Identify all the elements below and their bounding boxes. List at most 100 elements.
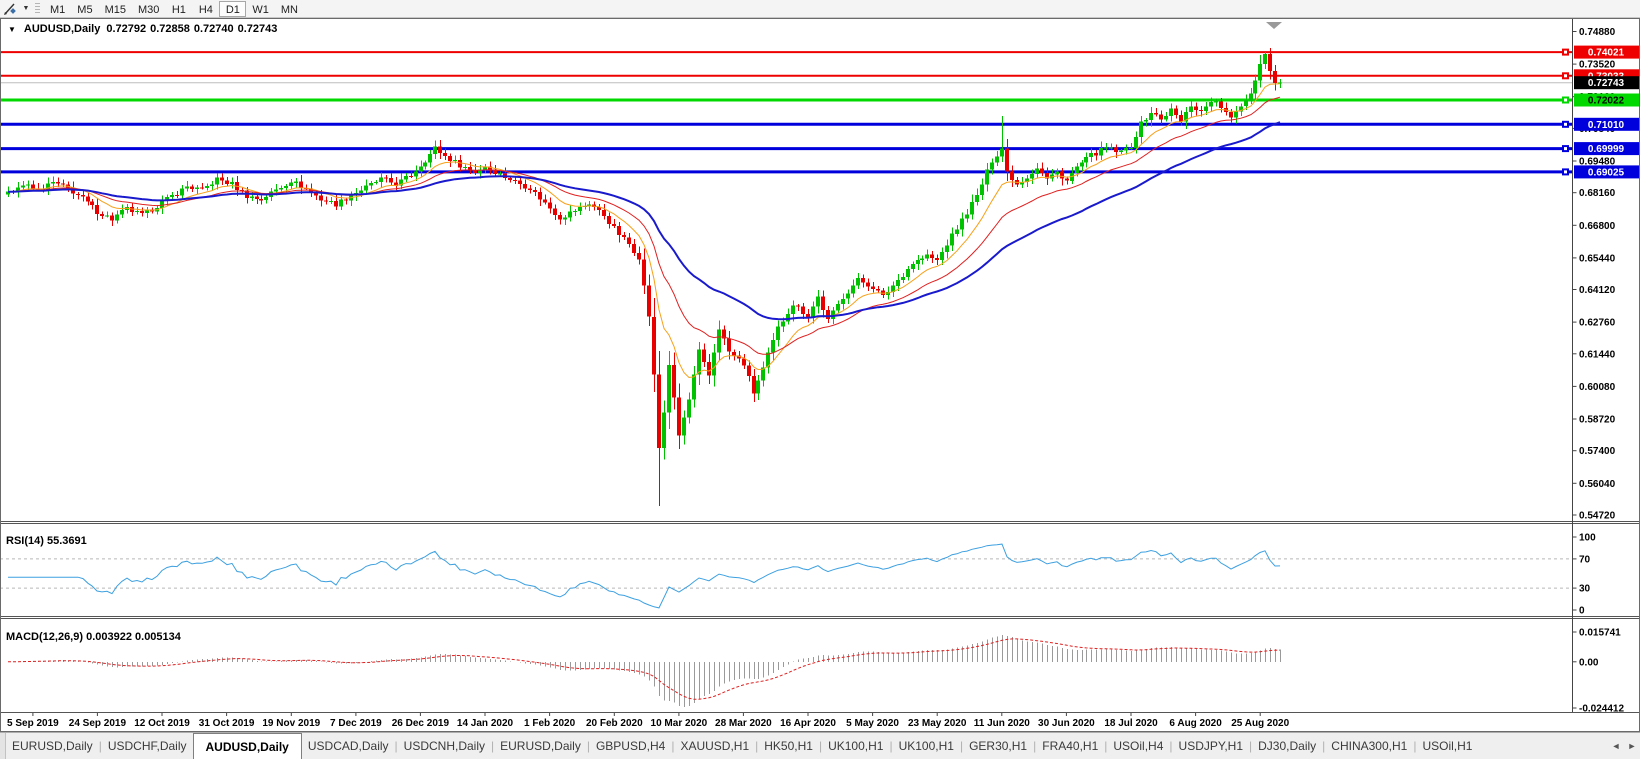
svg-text:31 Oct 2019: 31 Oct 2019 bbox=[199, 718, 255, 729]
svg-text:1 Feb 2020: 1 Feb 2020 bbox=[524, 718, 576, 729]
tab-hk50-h1[interactable]: HK50,H1 bbox=[758, 733, 819, 759]
svg-text:0.69025: 0.69025 bbox=[1588, 167, 1625, 178]
svg-text:14 Jan 2020: 14 Jan 2020 bbox=[457, 718, 514, 729]
svg-text:30 Jun 2020: 30 Jun 2020 bbox=[1038, 718, 1095, 729]
tab-scroll-left-icon[interactable]: ◄ bbox=[1608, 733, 1624, 759]
svg-text:0.68160: 0.68160 bbox=[1579, 188, 1616, 199]
ohlc-close: 0.72743 bbox=[238, 23, 278, 35]
tab-ger30-h1[interactable]: GER30,H1 bbox=[963, 733, 1033, 759]
svg-text:5 May 2020: 5 May 2020 bbox=[846, 718, 899, 729]
svg-text:0.74880: 0.74880 bbox=[1579, 27, 1616, 38]
pencil-icon bbox=[3, 2, 17, 16]
draw-tool-icon[interactable] bbox=[0, 1, 20, 17]
tab-usdchf-daily[interactable]: USDCHF,Daily bbox=[102, 733, 193, 759]
svg-text:70: 70 bbox=[1579, 554, 1591, 565]
svg-text:0.71010: 0.71010 bbox=[1588, 120, 1625, 131]
svg-text:0.65440: 0.65440 bbox=[1579, 253, 1616, 264]
chart-symbol-title: AUDUSD,Daily bbox=[24, 23, 100, 35]
svg-text:-0.024412: -0.024412 bbox=[1579, 704, 1624, 715]
svg-text:0.015741: 0.015741 bbox=[1579, 628, 1621, 639]
svg-text:25 Aug 2020: 25 Aug 2020 bbox=[1231, 718, 1289, 729]
tab-usoil-h4[interactable]: USOil,H4 bbox=[1107, 733, 1169, 759]
tab-uk100-h1[interactable]: UK100,H1 bbox=[822, 733, 889, 759]
tab-usdcnh-daily[interactable]: USDCNH,Daily bbox=[398, 733, 491, 759]
tab-uk100-h1[interactable]: UK100,H1 bbox=[893, 733, 960, 759]
svg-text:0.56040: 0.56040 bbox=[1579, 479, 1616, 490]
svg-text:6 Aug 2020: 6 Aug 2020 bbox=[1169, 718, 1222, 729]
timeframe-button-m15[interactable]: M15 bbox=[99, 1, 132, 17]
hline-anchor-center bbox=[1564, 123, 1567, 126]
rsi-indicator-label: RSI(14) 55.3691 bbox=[6, 535, 87, 547]
svg-text:7 Dec 2019: 7 Dec 2019 bbox=[330, 718, 382, 729]
svg-text:12 Oct 2019: 12 Oct 2019 bbox=[134, 718, 190, 729]
tab-bar-spacer bbox=[1478, 733, 1608, 759]
svg-text:19 Nov 2019: 19 Nov 2019 bbox=[262, 718, 320, 729]
mt4-window: ▼ M1M5M15M30H1H4D1W1MN 0.748800.735200.7… bbox=[0, 0, 1640, 759]
hline-anchor-center bbox=[1564, 170, 1567, 173]
svg-text:0.57400: 0.57400 bbox=[1579, 446, 1616, 457]
hline-anchor-center bbox=[1564, 147, 1567, 150]
svg-text:0.72743: 0.72743 bbox=[1588, 78, 1625, 89]
tab-audusd-daily[interactable]: AUDUSD,Daily bbox=[193, 733, 302, 759]
svg-text:0.62760: 0.62760 bbox=[1579, 318, 1616, 329]
svg-text:0.60080: 0.60080 bbox=[1579, 382, 1616, 393]
tab-dj30-daily[interactable]: DJ30,Daily bbox=[1252, 733, 1322, 759]
ohlc-low: 0.72740 bbox=[194, 23, 234, 35]
svg-text:26 Dec 2019: 26 Dec 2019 bbox=[392, 718, 450, 729]
timeframe-button-m30[interactable]: M30 bbox=[132, 1, 165, 17]
toolbar-grip[interactable] bbox=[35, 3, 40, 15]
chart-canvas[interactable]: 0.748800.735200.721600.708400.694800.681… bbox=[0, 18, 1640, 732]
chart-tab-bar: EURUSD,Daily|USDCHF,DailyAUDUSD,DailyUSD… bbox=[0, 732, 1640, 759]
svg-text:0.74021: 0.74021 bbox=[1588, 48, 1625, 59]
hline-anchor-center bbox=[1564, 99, 1567, 102]
timeframe-button-m1[interactable]: M1 bbox=[44, 1, 71, 17]
svg-text:0.61440: 0.61440 bbox=[1579, 349, 1616, 360]
macd-indicator-label: MACD(12,26,9) 0.003922 0.005134 bbox=[6, 631, 181, 643]
svg-text:0: 0 bbox=[1579, 606, 1585, 617]
svg-text:0.73520: 0.73520 bbox=[1579, 60, 1616, 71]
chart-window[interactable]: 0.748800.735200.721600.708400.694800.681… bbox=[0, 18, 1640, 732]
draw-tool-dropdown-icon[interactable]: ▼ bbox=[20, 5, 32, 12]
timeframe-button-w1[interactable]: W1 bbox=[246, 1, 275, 17]
svg-text:16 Apr 2020: 16 Apr 2020 bbox=[780, 718, 836, 729]
tab-china300-h1[interactable]: CHINA300,H1 bbox=[1325, 733, 1413, 759]
tab-eurusd-daily[interactable]: EURUSD,Daily bbox=[6, 733, 99, 759]
svg-text:0.69999: 0.69999 bbox=[1588, 144, 1625, 155]
svg-text:23 May 2020: 23 May 2020 bbox=[908, 718, 967, 729]
timeframe-button-mn[interactable]: MN bbox=[275, 1, 304, 17]
tab-xauusd-h1[interactable]: XAUUSD,H1 bbox=[674, 733, 755, 759]
tab-usoil-h1[interactable]: USOil,H1 bbox=[1416, 733, 1478, 759]
timeframe-button-m5[interactable]: M5 bbox=[71, 1, 98, 17]
tab-usdcad-daily[interactable]: USDCAD,Daily bbox=[302, 733, 395, 759]
tab-fra40-h1[interactable]: FRA40,H1 bbox=[1036, 733, 1104, 759]
svg-text:24 Sep 2019: 24 Sep 2019 bbox=[69, 718, 127, 729]
hline-anchor-center bbox=[1564, 74, 1567, 77]
svg-text:0.66800: 0.66800 bbox=[1579, 221, 1616, 232]
tab-eurusd-daily[interactable]: EURUSD,Daily bbox=[494, 733, 587, 759]
svg-text:100: 100 bbox=[1579, 533, 1596, 544]
tab-usdjpy-h1[interactable]: USDJPY,H1 bbox=[1173, 733, 1249, 759]
svg-text:30: 30 bbox=[1579, 584, 1591, 595]
tab-gbpusd-h4[interactable]: GBPUSD,H4 bbox=[590, 733, 671, 759]
ohlc-dropdown-icon[interactable]: ▼ bbox=[8, 25, 16, 34]
svg-text:28 Mar 2020: 28 Mar 2020 bbox=[715, 718, 772, 729]
hline-anchor-center bbox=[1564, 51, 1567, 54]
svg-text:10 Mar 2020: 10 Mar 2020 bbox=[651, 718, 708, 729]
ohlc-open: 0.72792 bbox=[106, 23, 146, 35]
ohlc-high: 0.72858 bbox=[150, 23, 190, 35]
svg-text:0.64120: 0.64120 bbox=[1579, 285, 1616, 296]
timeframe-button-h4[interactable]: H4 bbox=[192, 1, 219, 17]
timeframe-button-h1[interactable]: H1 bbox=[165, 1, 192, 17]
timeframe-toolbar: ▼ M1M5M15M30H1H4D1W1MN bbox=[0, 0, 1640, 18]
timeframe-button-d1[interactable]: D1 bbox=[219, 1, 246, 17]
svg-text:0.54720: 0.54720 bbox=[1579, 511, 1616, 522]
svg-text:0.58720: 0.58720 bbox=[1579, 415, 1616, 426]
timeframe-buttons: M1M5M15M30H1H4D1W1MN bbox=[44, 1, 304, 17]
chart-title-line: ▼ AUDUSD,Daily 0.72792 0.72858 0.72740 0… bbox=[8, 23, 277, 35]
svg-text:0.72022: 0.72022 bbox=[1588, 96, 1625, 107]
svg-text:0.00: 0.00 bbox=[1579, 657, 1599, 668]
svg-text:20 Feb 2020: 20 Feb 2020 bbox=[586, 718, 643, 729]
tab-scroll-right-icon[interactable]: ► bbox=[1624, 733, 1640, 759]
svg-text:5 Sep 2019: 5 Sep 2019 bbox=[7, 718, 59, 729]
svg-text:11 Jun 2020: 11 Jun 2020 bbox=[974, 718, 1031, 729]
